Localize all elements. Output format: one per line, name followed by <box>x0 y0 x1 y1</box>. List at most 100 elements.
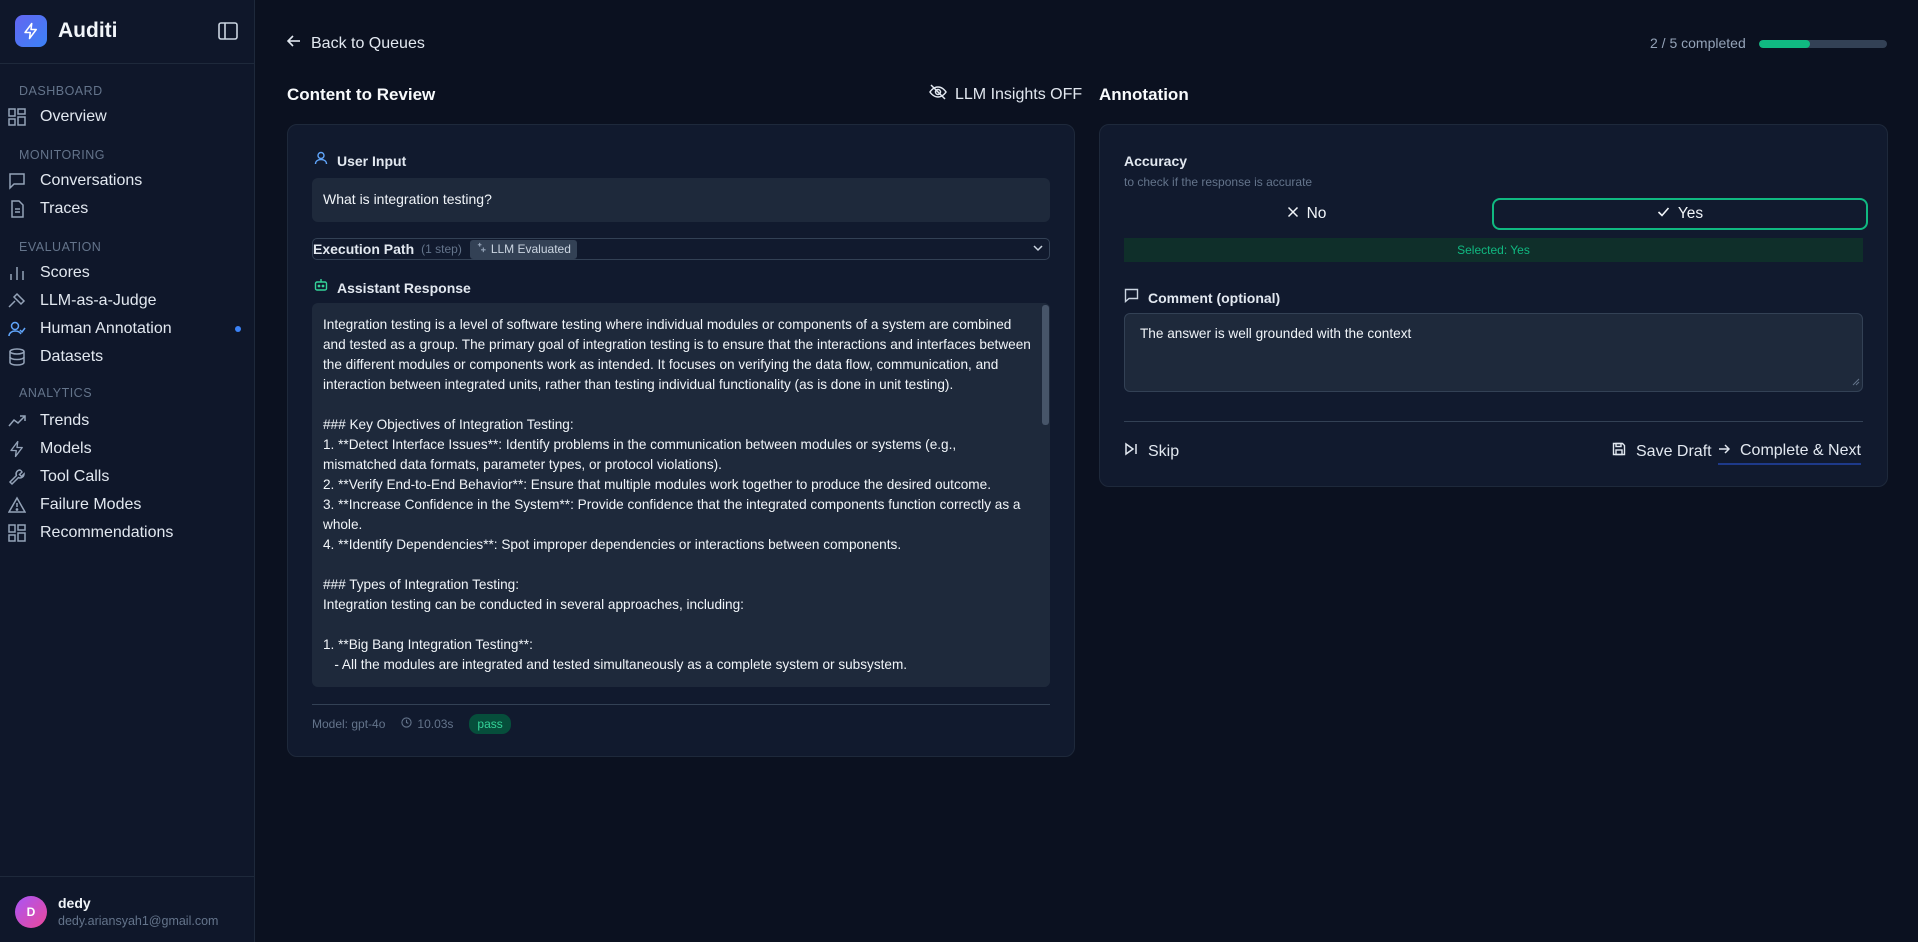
nav-section-dashboard: DASHBOARD <box>19 84 103 98</box>
llm-evaluated-badge: LLM Evaluated <box>469 239 577 259</box>
annotation-title: Annotation <box>1099 85 1189 104</box>
sidebar-item-trends[interactable]: Trends <box>8 410 248 432</box>
sidebar-item-recommendations[interactable]: Recommendations <box>8 522 248 544</box>
comment-textarea[interactable]: The answer is well grounded with the con… <box>1124 313 1863 392</box>
content-to-review-title: Content to Review <box>287 85 436 104</box>
user-icon <box>314 151 328 170</box>
resize-grip-icon[interactable] <box>1852 374 1860 389</box>
sparkle-icon <box>476 242 487 256</box>
progress-fill <box>1759 40 1811 48</box>
option-yes-label: Yes <box>1677 205 1704 222</box>
progress-bar <box>1759 40 1887 48</box>
user-input-heading: User Input <box>314 151 406 170</box>
database-icon <box>8 348 26 366</box>
scrollbar[interactable] <box>1041 303 1050 687</box>
latency: 10.03s <box>401 717 453 731</box>
model-name: Model: gpt-4o <box>312 717 386 731</box>
scrollbar-thumb[interactable] <box>1042 305 1049 425</box>
active-indicator-dot <box>235 326 241 332</box>
close-icon <box>1287 205 1299 223</box>
content-review-panel: User Input What is integration testing? … <box>287 124 1075 757</box>
annotation-panel: Accuracy to check if the response is acc… <box>1099 124 1888 487</box>
sidebar-item-label: Tool Calls <box>40 468 110 485</box>
skip-label: Skip <box>1148 442 1180 460</box>
save-draft-label: Save Draft <box>1636 442 1712 460</box>
bolt-icon <box>15 15 47 47</box>
comment-icon <box>1124 288 1139 308</box>
grid-icon <box>8 108 26 126</box>
comment-heading: Comment (optional) <box>1124 288 1280 308</box>
back-to-queues-link[interactable]: Back to Queues <box>286 34 425 53</box>
avatar[interactable]: D <box>15 896 47 928</box>
divider <box>0 876 254 877</box>
file-icon <box>8 200 26 218</box>
clock-icon <box>401 717 413 731</box>
nav-section-analytics: ANALYTICS <box>19 386 93 400</box>
assistant-response-text: Integration testing is a level of softwa… <box>323 317 1031 672</box>
divider <box>0 63 254 64</box>
trend-icon <box>8 412 26 430</box>
brand-name: Auditi <box>58 19 118 42</box>
gavel-icon <box>8 292 26 310</box>
back-label: Back to Queues <box>311 34 425 52</box>
sidebar-item-label: Human Annotation <box>40 320 172 337</box>
wrench-icon <box>8 468 26 486</box>
execution-path-label: Execution Path <box>313 241 415 257</box>
warning-icon <box>8 496 26 514</box>
sidebar-item-tool-calls[interactable]: Tool Calls <box>8 466 248 488</box>
llm-insights-toggle[interactable]: LLM Insights OFF <box>929 84 1082 105</box>
sidebar-item-label: Failure Modes <box>40 496 142 513</box>
bar-chart-icon <box>8 264 26 282</box>
nav-section-evaluation: EVALUATION <box>19 240 102 254</box>
sidebar-item-traces[interactable]: Traces <box>8 198 248 220</box>
sidebar-item-human-annotation[interactable]: Human Annotation <box>8 318 248 340</box>
complete-next-button[interactable]: Complete & Next <box>1718 442 1861 465</box>
sidebar-item-failure-modes[interactable]: Failure Modes <box>8 494 248 516</box>
comment-value: The answer is well grounded with the con… <box>1140 326 1412 341</box>
assistant-response-label: Assistant Response <box>337 279 471 296</box>
user-email: dedy.ariansyah1@gmail.com <box>58 914 219 928</box>
sidebar-item-label: Datasets <box>40 348 104 365</box>
bolt-icon <box>8 440 26 458</box>
sidebar-item-models[interactable]: Models <box>8 438 248 460</box>
execution-path-toggle[interactable]: Execution Path (1 step) LLM Evaluated <box>312 238 1050 260</box>
sidebar-item-overview[interactable]: Overview <box>8 106 248 128</box>
latency-value: 10.03s <box>417 717 454 731</box>
chevron-down-icon <box>1031 241 1045 260</box>
sidebar-item-llm-as-a-judge[interactable]: LLM-as-a-Judge <box>8 290 248 312</box>
progress-text: 2 / 5 completed <box>1650 35 1746 51</box>
message-icon <box>8 172 26 190</box>
sidebar-item-label: Traces <box>40 200 89 217</box>
assistant-response-box[interactable]: Integration testing is a level of softwa… <box>312 303 1050 687</box>
user-input-label: User Input <box>337 152 407 169</box>
skip-button[interactable]: Skip <box>1124 442 1179 461</box>
grid-icon <box>8 524 26 542</box>
sidebar-item-label: Trends <box>40 412 90 429</box>
divider <box>312 704 1050 705</box>
option-no-button[interactable]: No <box>1124 198 1489 230</box>
sidebar-item-scores[interactable]: Scores <box>8 262 248 284</box>
comment-label: Comment (optional) <box>1148 290 1281 306</box>
bot-icon <box>314 278 328 297</box>
accuracy-help: to check if the response is accurate <box>1124 175 1313 189</box>
sidebar-item-label: Scores <box>40 264 90 281</box>
eye-off-icon <box>929 84 947 105</box>
response-meta: Model: gpt-4o 10.03s pass <box>312 714 511 734</box>
sidebar-item-label: Recommendations <box>40 524 174 541</box>
save-draft-button[interactable]: Save Draft <box>1612 442 1712 461</box>
sidebar-item-label: Models <box>40 440 92 457</box>
option-yes-button[interactable]: Yes <box>1492 198 1868 230</box>
sidebar-toggle-icon[interactable] <box>218 22 238 40</box>
execution-steps: (1 step) <box>421 242 462 256</box>
divider <box>1124 421 1863 422</box>
save-icon <box>1612 442 1626 461</box>
user-check-icon <box>8 320 26 338</box>
insights-label: LLM Insights OFF <box>955 85 1083 103</box>
sidebar-item-label: LLM-as-a-Judge <box>40 292 157 309</box>
brand[interactable]: Auditi <box>15 15 117 47</box>
badge-label: LLM Evaluated <box>490 242 571 256</box>
sidebar-item-datasets[interactable]: Datasets <box>8 346 248 368</box>
user-input-text: What is integration testing? <box>312 178 1050 222</box>
selected-indicator: Selected: Yes <box>1124 238 1863 262</box>
sidebar-item-conversations[interactable]: Conversations <box>8 170 248 192</box>
